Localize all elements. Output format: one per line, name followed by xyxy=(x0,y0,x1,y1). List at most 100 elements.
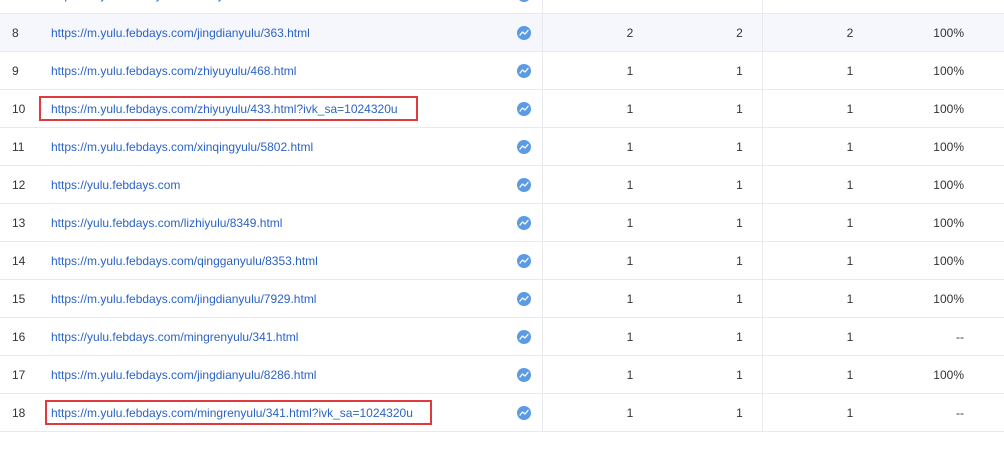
url-cell: https://yulu.febdays.com/mingrenyulu/341… xyxy=(51,318,501,355)
metric-a-cell: 1 xyxy=(626,177,634,192)
metric-a-cell: 1 xyxy=(626,367,634,382)
url-link[interactable]: https://m.yulu.febdays.com/zhiyuyulu/433… xyxy=(51,102,398,116)
metric-a-cell: 1 xyxy=(626,253,634,268)
metric-c-cell: 1 xyxy=(846,329,854,344)
url-cell: https://yulu.febdays.com/lizhiyulu/8349.… xyxy=(51,204,501,241)
trend-chart-icon[interactable] xyxy=(516,215,531,230)
trend-cell xyxy=(505,52,543,89)
trend-cell xyxy=(505,280,543,317)
metric-c-cell: 2 xyxy=(763,0,873,13)
percent-cell: 0% xyxy=(873,0,1004,13)
table-row: 11 https://m.yulu.febdays.com/xinqingyulu… xyxy=(0,128,1004,166)
url-link[interactable]: https://m.yulu.febdays.com/qingganyulu/8… xyxy=(51,254,318,268)
trend-cell xyxy=(505,166,543,203)
row-number: 14 xyxy=(12,253,26,268)
url-cell: https://m.yulu.febdays.com/zhiyuyulu/433… xyxy=(51,90,501,127)
metric-c-cell: 2 xyxy=(846,25,854,40)
trend-cell xyxy=(505,204,543,241)
metric-b-cell: 1 xyxy=(653,356,763,393)
metric-b-cell: 1 xyxy=(653,394,763,431)
row-number: 12 xyxy=(12,177,26,192)
metric-c-cell: 1 xyxy=(846,139,854,154)
url-cell: https://m.yulu.febdays.com/xinqingyulu/5… xyxy=(51,128,501,165)
trend-cell xyxy=(505,90,543,127)
url-cell: https://yulu.febdays.com xyxy=(51,166,501,203)
percent-cell: 100% xyxy=(933,63,964,78)
metric-b-cell: 1 xyxy=(653,52,763,89)
metric-c-cell: 1 xyxy=(846,367,854,382)
metric-c-cell: 1 xyxy=(846,253,854,268)
trend-chart-icon[interactable] xyxy=(516,63,531,78)
percent-cell: 100% xyxy=(933,101,964,116)
table-row: 10 https://m.yulu.febdays.com/zhiyuyulu/4… xyxy=(0,90,1004,128)
url-link[interactable]: https://m.yulu.febdays.com/jingdianyulu/… xyxy=(51,292,316,306)
row-number: 9 xyxy=(12,63,19,78)
table-row: 14 https://m.yulu.febdays.com/qingganyulu… xyxy=(0,242,1004,280)
metric-b-cell: 1 xyxy=(653,318,763,355)
trend-chart-icon[interactable] xyxy=(516,291,531,306)
trend-chart-icon[interactable] xyxy=(516,139,531,154)
metric-b-cell: 1 xyxy=(653,128,763,165)
percent-cell: 100% xyxy=(933,367,964,382)
metric-a-cell: 1 xyxy=(626,291,634,306)
metric-b-cell: 2 xyxy=(653,14,763,51)
table-row: 18 https://m.yulu.febdays.com/mingrenyulu… xyxy=(0,394,1004,432)
row-number: 17 xyxy=(12,367,26,382)
table-row: 9 https://m.yulu.febdays.com/zhiyuyulu/46… xyxy=(0,52,1004,90)
trend-chart-icon[interactable] xyxy=(516,25,531,40)
url-cell: https://m.yulu.febdays.com/jingdianyulu/… xyxy=(51,280,501,317)
metric-c-cell: 1 xyxy=(846,215,854,230)
url-link[interactable]: https://yulu.febdays.com xyxy=(51,178,180,192)
percent-cell: 100% xyxy=(933,291,964,306)
row-number: 7 xyxy=(12,0,42,13)
row-number: 13 xyxy=(12,215,26,230)
table-row: 12 https://yulu.febdays.com 1 1 1 100% xyxy=(0,166,1004,204)
table-row: 7 https://m.yulu.febdays.com/lizhiyulu/83… xyxy=(0,0,1004,14)
url-link[interactable]: https://m.yulu.febdays.com/mingrenyulu/3… xyxy=(51,406,413,420)
trend-chart-icon[interactable] xyxy=(516,405,531,420)
metric-a-cell: 1 xyxy=(626,405,634,420)
metric-c-cell: 1 xyxy=(846,177,854,192)
trend-cell xyxy=(505,356,543,393)
url-link[interactable]: https://m.yulu.febdays.com/lizhiyulu/838… xyxy=(51,0,296,2)
url-link[interactable]: https://yulu.febdays.com/mingrenyulu/341… xyxy=(51,330,298,344)
trend-cell xyxy=(505,318,543,355)
url-cell: https://m.yulu.febdays.com/lizhiyulu/838… xyxy=(51,0,501,13)
percent-cell: 100% xyxy=(933,25,964,40)
trend-chart-icon[interactable] xyxy=(516,253,531,268)
url-link[interactable]: https://m.yulu.febdays.com/zhiyuyulu/468… xyxy=(51,64,296,78)
percent-cell: 100% xyxy=(933,139,964,154)
trend-chart-icon[interactable] xyxy=(516,101,531,116)
metric-b-cell: 1 xyxy=(653,280,763,317)
metric-a-cell: 2 xyxy=(626,25,634,40)
percent-cell: -- xyxy=(956,405,964,420)
table-row: 16 https://yulu.febdays.com/mingrenyulu/3… xyxy=(0,318,1004,356)
percent-cell: -- xyxy=(956,329,964,344)
row-number: 10 xyxy=(12,101,26,116)
metric-c-cell: 1 xyxy=(846,63,854,78)
trend-chart-icon[interactable] xyxy=(516,367,531,382)
trend-chart-icon[interactable] xyxy=(516,329,531,344)
trend-cell xyxy=(505,14,543,51)
table-row: 13 https://yulu.febdays.com/lizhiyulu/834… xyxy=(0,204,1004,242)
row-number: 11 xyxy=(12,139,25,154)
table-row: 17 https://m.yulu.febdays.com/jingdianyul… xyxy=(0,356,1004,394)
trend-cell xyxy=(505,242,543,279)
trend-chart-icon[interactable] xyxy=(516,177,531,192)
table-row: 15 https://m.yulu.febdays.com/jingdianyul… xyxy=(0,280,1004,318)
url-stats-table: 7 https://m.yulu.febdays.com/lizhiyulu/83… xyxy=(0,0,1004,456)
url-link[interactable]: https://m.yulu.febdays.com/xinqingyulu/5… xyxy=(51,140,313,154)
percent-cell: 100% xyxy=(933,177,964,192)
metric-b-cell: 1 xyxy=(653,0,763,13)
url-cell: https://m.yulu.febdays.com/jingdianyulu/… xyxy=(51,14,501,51)
metric-a-cell: 1 xyxy=(626,101,634,116)
row-number: 16 xyxy=(12,329,26,344)
metric-c-cell: 1 xyxy=(846,101,854,116)
url-link[interactable]: https://m.yulu.febdays.com/jingdianyulu/… xyxy=(51,368,316,382)
trend-cell xyxy=(505,394,543,431)
metric-b-cell: 1 xyxy=(653,204,763,241)
trend-chart-icon[interactable] xyxy=(516,0,531,2)
table-row: 8 https://m.yulu.febdays.com/jingdianyulu… xyxy=(0,14,1004,52)
url-link[interactable]: https://yulu.febdays.com/lizhiyulu/8349.… xyxy=(51,216,282,230)
url-link[interactable]: https://m.yulu.febdays.com/jingdianyulu/… xyxy=(51,26,310,40)
